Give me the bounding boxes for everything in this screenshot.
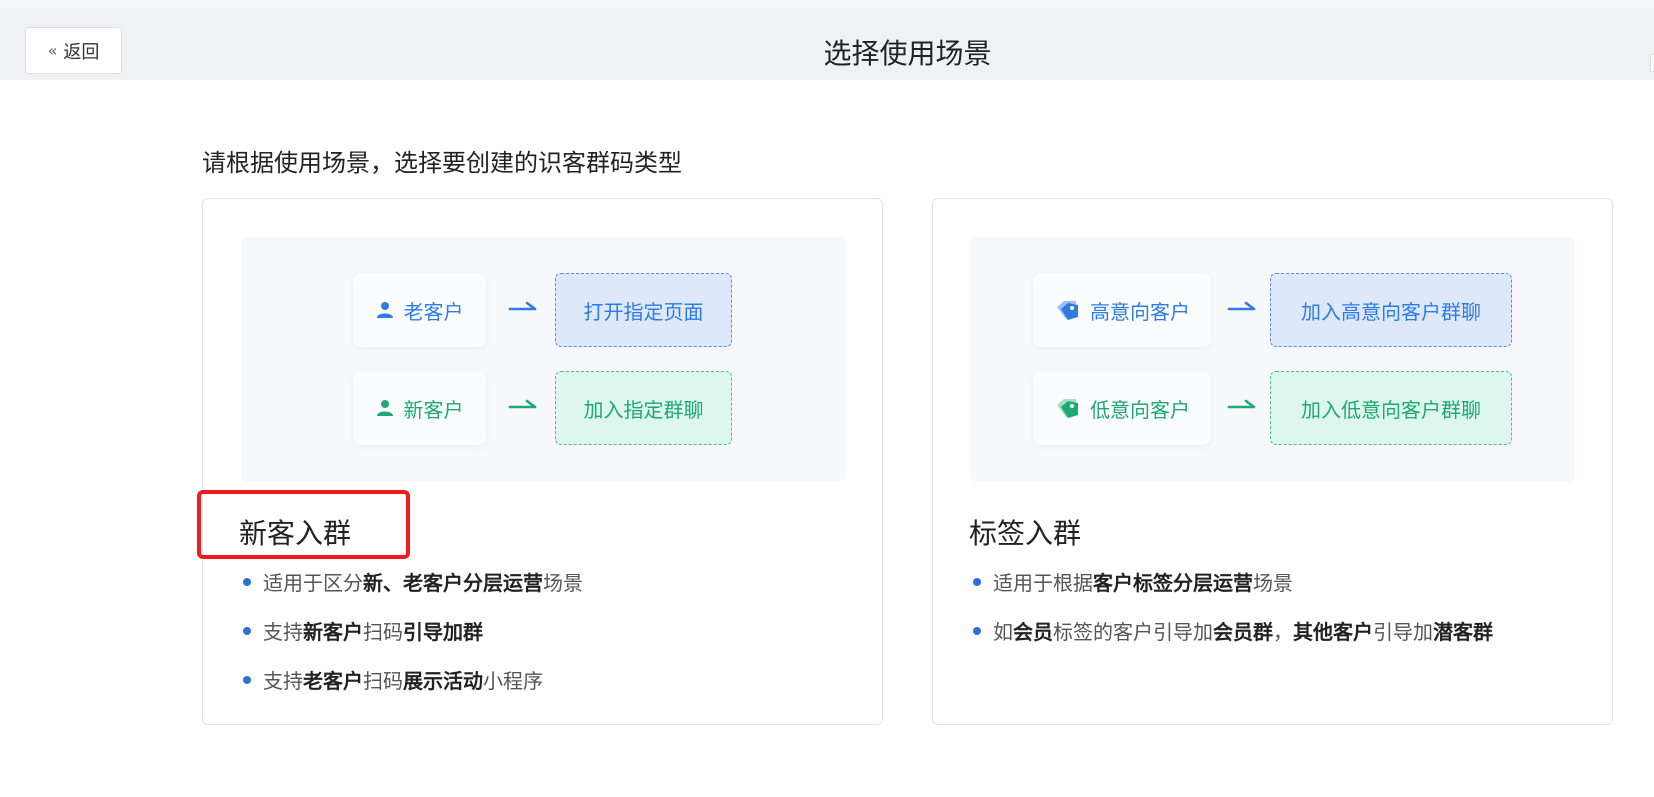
feature-item: 如会员标签的客户引导加会员群，其他客户引导加潜客群 xyxy=(973,606,1493,655)
card-title: 标签入群 xyxy=(969,517,1082,550)
feature-text-bold: 新客户 xyxy=(303,620,363,644)
feature-text-part: 如 xyxy=(993,620,1013,644)
feature-text-part: 支持 xyxy=(263,620,303,644)
feature-text: 适用于根据客户标签分层运营场景 xyxy=(993,567,1293,596)
scenario-card-tag[interactable]: 高意向客户 加入高意向客户群聊 低意向客户 加入低意向客户群聊 标签入群 适用于… xyxy=(932,198,1613,725)
highlight-annotation-box xyxy=(197,490,410,559)
feature-text-bold: 引导加群 xyxy=(403,620,483,644)
user-icon xyxy=(376,400,393,416)
source-label: 低意向客户 xyxy=(1090,397,1190,422)
page-subtitle: 请根据使用场景，选择要创建的识客群码类型 xyxy=(202,149,682,177)
feature-text-part: 场景 xyxy=(1253,571,1293,595)
source-chip: 低意向客户 xyxy=(1033,371,1211,445)
scenario-illustration: 老客户 打开指定页面 新客户 加入指定群聊 xyxy=(241,237,845,482)
bullet-dot-icon xyxy=(243,675,251,684)
bullet-dot-icon xyxy=(973,577,981,586)
top-bar: « 返回 选择使用场景 xyxy=(0,0,1654,80)
bullet-dot-icon xyxy=(243,577,251,586)
feature-item: 支持老客户扫码展示活动小程序 xyxy=(243,655,583,704)
feature-text-part: 小程序 xyxy=(483,669,543,693)
feature-text-part: 扫码 xyxy=(363,620,403,644)
source-label: 高意向客户 xyxy=(1090,299,1190,324)
feature-text-bold: 老客户 xyxy=(303,669,363,693)
feature-text-part: 支持 xyxy=(263,669,303,693)
target-box: 加入低意向客户群聊 xyxy=(1270,371,1512,445)
source-chip: 新客户 xyxy=(353,371,486,445)
scroll-edge xyxy=(1650,54,1654,72)
feature-list: 适用于根据客户标签分层运营场景如会员标签的客户引导加会员群，其他客户引导加潜客群 xyxy=(973,557,1493,655)
target-label: 加入高意向客户群聊 xyxy=(1301,299,1481,324)
target-label: 加入低意向客户群聊 xyxy=(1301,397,1481,422)
bullet-dot-icon xyxy=(243,626,251,635)
source-chip: 老客户 xyxy=(353,273,486,347)
feature-text-part: ， xyxy=(1273,620,1293,644)
source-chip: 高意向客户 xyxy=(1033,273,1211,347)
feature-text-bold: 潜客群 xyxy=(1433,620,1493,644)
feature-text: 支持新客户扫码引导加群 xyxy=(263,616,483,645)
source-label: 新客户 xyxy=(403,397,464,422)
feature-item: 适用于区分新、老客户分层运营场景 xyxy=(243,557,583,606)
feature-text: 适用于区分新、老客户分层运营场景 xyxy=(263,567,583,596)
target-box: 打开指定页面 xyxy=(555,273,732,347)
feature-text: 如会员标签的客户引导加会员群，其他客户引导加潜客群 xyxy=(993,616,1493,645)
scenario-illustration: 高意向客户 加入高意向客户群聊 低意向客户 加入低意向客户群聊 xyxy=(971,237,1575,482)
feature-text: 支持老客户扫码展示活动小程序 xyxy=(263,665,543,694)
feature-text-bold: 会员 xyxy=(1013,620,1053,644)
feature-text-bold: 会员群 xyxy=(1213,620,1273,644)
feature-text-bold: 其他客户 xyxy=(1293,620,1373,644)
arrow-right-icon xyxy=(508,301,537,311)
arrow-right-icon xyxy=(1227,399,1256,409)
feature-text-bold: 展示活动 xyxy=(403,669,483,693)
feature-text-part: 适用于根据 xyxy=(993,571,1093,595)
feature-text-part: 引导加 xyxy=(1373,620,1433,644)
feature-text-part: 标签的客户引导加 xyxy=(1053,620,1213,644)
feature-list: 适用于区分新、老客户分层运营场景 支持新客户扫码引导加群 支持老客户扫码展示活动小程… xyxy=(243,557,583,704)
source-label: 老客户 xyxy=(403,299,464,324)
feature-text-part: 扫码 xyxy=(363,669,403,693)
feature-item: 适用于根据客户标签分层运营场景 xyxy=(973,557,1493,606)
arrow-right-icon xyxy=(1227,301,1256,311)
page-title: 选择使用场景 xyxy=(823,37,992,70)
feature-text-bold: 新、老客户分层运营 xyxy=(363,571,543,595)
arrow-right-icon xyxy=(508,399,537,409)
feature-text-part: 场景 xyxy=(543,571,583,595)
feature-item: 支持新客户扫码引导加群 xyxy=(243,606,583,655)
user-icon xyxy=(376,302,393,318)
bullet-dot-icon xyxy=(973,626,981,635)
feature-text-bold: 客户标签分层运营 xyxy=(1093,571,1253,595)
target-label: 加入指定群聊 xyxy=(583,397,704,422)
tag-icon xyxy=(1057,399,1078,418)
target-label: 打开指定页面 xyxy=(583,299,704,324)
feature-text-part: 适用于区分 xyxy=(263,571,363,595)
scenario-card-new-customer[interactable]: 老客户 打开指定页面 新客户 加入指定群聊 新客入群 适用于区分新、老客户分层运… xyxy=(202,198,883,725)
tag-icon xyxy=(1057,301,1078,320)
target-box: 加入高意向客户群聊 xyxy=(1270,273,1512,347)
target-box: 加入指定群聊 xyxy=(555,371,732,445)
